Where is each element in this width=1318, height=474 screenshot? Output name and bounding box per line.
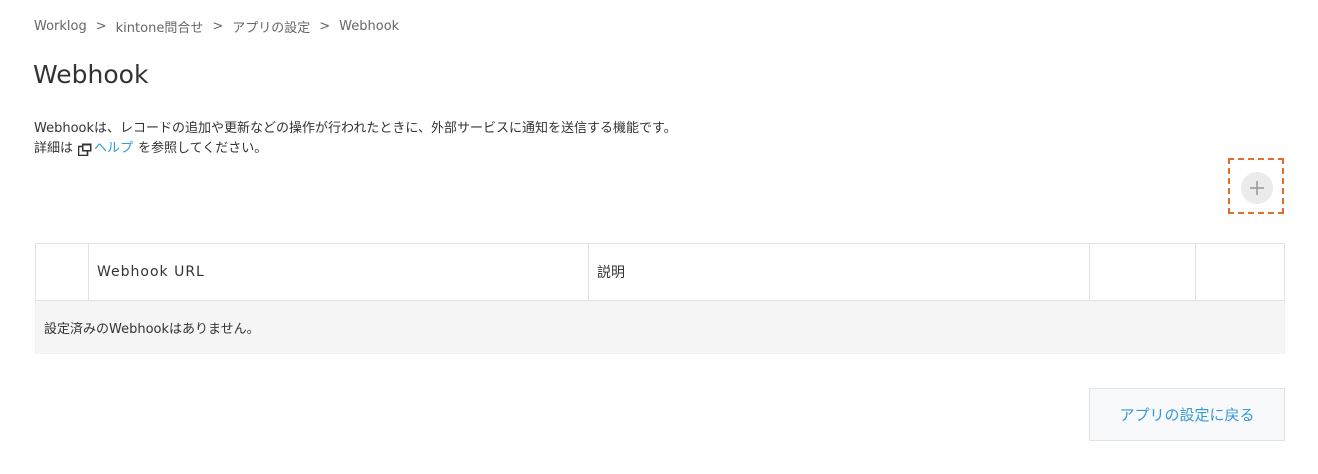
help-link-group[interactable]: ヘルプ xyxy=(78,139,133,159)
add-webhook-button[interactable] xyxy=(1241,172,1273,204)
breadcrumb-item-app[interactable]: kintone問合せ xyxy=(116,17,204,36)
breadcrumb-item-app-settings[interactable]: アプリの設定 xyxy=(232,17,310,36)
column-header-description: 説明 xyxy=(588,243,1090,301)
breadcrumb-separator: > xyxy=(319,19,331,34)
breadcrumb: Worklog > kintone問合せ > アプリの設定 > Webhook xyxy=(34,17,399,36)
description-prefix: 詳細は xyxy=(34,141,74,156)
column-header-edit xyxy=(1089,243,1196,301)
breadcrumb-item-worklog[interactable]: Worklog xyxy=(34,19,87,34)
table-row: 設定済みのWebhookはありません。 xyxy=(35,300,1285,354)
column-header-status xyxy=(35,243,89,301)
column-header-delete xyxy=(1195,243,1285,301)
external-window-icon xyxy=(78,143,92,156)
page-description: Webhookは、レコードの追加や更新などの操作が行われたときに、外部サービスに… xyxy=(34,119,677,159)
plus-icon xyxy=(1250,181,1264,195)
breadcrumb-separator: > xyxy=(212,19,224,34)
help-link[interactable]: ヘルプ xyxy=(94,139,133,159)
table-header-row: Webhook URL 説明 xyxy=(35,243,1285,301)
webhook-table: Webhook URL 説明 設定済みのWebhookはありません。 xyxy=(35,243,1285,354)
column-header-webhook-url: Webhook URL xyxy=(88,243,589,301)
empty-table-message: 設定済みのWebhookはありません。 xyxy=(35,300,1285,354)
breadcrumb-item-current: Webhook xyxy=(339,19,400,34)
description-suffix: を参照してください。 xyxy=(138,141,268,156)
breadcrumb-separator: > xyxy=(95,19,107,34)
back-to-app-settings-button[interactable]: アプリの設定に戻る xyxy=(1089,388,1285,441)
page-title: Webhook xyxy=(33,60,149,89)
description-line: Webhookは、レコードの追加や更新などの操作が行われたときに、外部サービスに… xyxy=(34,121,677,136)
description-help-line: 詳細は ヘルプ を参照してください。 xyxy=(34,139,677,159)
